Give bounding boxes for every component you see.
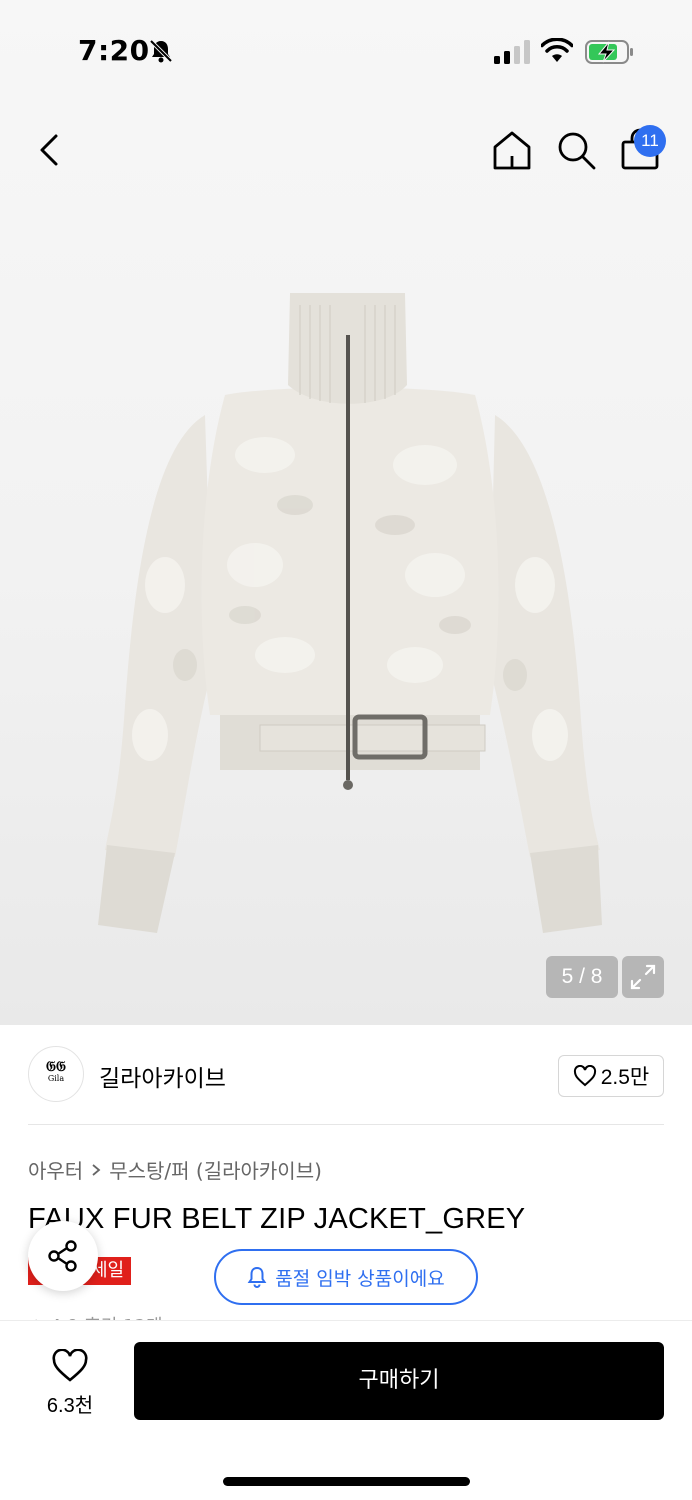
soldout-notice-pill[interactable]: 품절 임박 상품이에요 [214,1249,478,1305]
back-button[interactable] [30,128,70,172]
share-icon [48,1240,77,1272]
signal-icon [494,40,530,64]
brand-name[interactable]: 길라아카이브 [99,1059,226,1093]
home-icon[interactable] [490,128,534,172]
image-page-indicator: 5 / 8 [546,956,618,998]
home-indicator [223,1477,470,1486]
product-title: FAUX FUR BELT ZIP JACKET_GREY [28,1203,526,1235]
wishlist-button[interactable]: 6.3천 [30,1343,110,1423]
brand-like-count: 2.5만 [600,1066,650,1089]
expand-image-button[interactable] [622,956,664,998]
divider [28,1124,664,1125]
brand-like-button[interactable]: 2.5만 [558,1055,664,1097]
wifi-icon [541,38,573,62]
brand-logo[interactable]: 𝔊𝔊 Gila [28,1046,84,1102]
expand-icon [630,964,656,990]
cart-count-badge: 11 [634,125,666,157]
status-bar: 7:20 [0,0,692,100]
battery-charging-icon [585,40,633,64]
breadcrumb-category[interactable]: 아우터 [28,1155,83,1184]
product-image[interactable] [95,285,605,935]
bell-icon [247,1266,267,1288]
chevron-right-icon [92,1163,101,1176]
breadcrumb-subcategory[interactable]: 무스탕/퍼 (길라아카이브) [109,1155,322,1184]
share-button[interactable] [28,1221,98,1291]
brand-logo-text: Gila [47,1074,65,1083]
search-icon[interactable] [554,128,598,172]
bottom-action-bar: 6.3천 구매하기 [0,1320,692,1500]
breadcrumb: 아우터 무스탕/퍼 (길라아카이브) [28,1155,322,1184]
status-time: 7:20 [78,34,150,67]
soldout-notice-text: 품절 임박 상품이에요 [275,1267,445,1290]
heart-icon [52,1348,88,1382]
bell-off-icon [149,39,173,63]
wishlist-count: 6.3천 [46,1395,94,1417]
buy-button[interactable]: 구매하기 [134,1342,664,1420]
brand-row[interactable]: 𝔊𝔊 Gila 길라아카이브 2.5만 [28,1046,664,1106]
heart-icon [573,1065,596,1087]
brand-logo-mark: 𝔊𝔊 [46,1059,66,1075]
